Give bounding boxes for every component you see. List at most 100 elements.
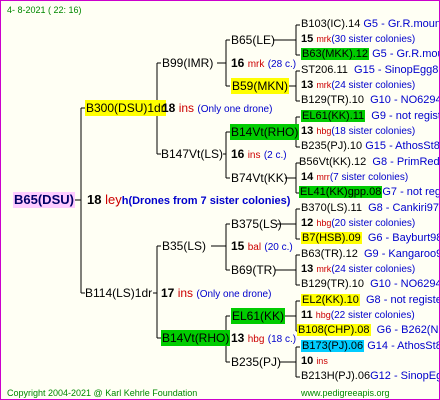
gen4-num-11: 14 bbox=[301, 171, 314, 183]
gen4-num-23: 10 bbox=[301, 355, 314, 367]
gen4-note-2: (30 sister colonies) bbox=[331, 34, 416, 45]
gen3-queen-2[interactable]: B59(MKN) bbox=[231, 78, 290, 94]
gen3-queen-8[interactable]: B235(PJ) bbox=[231, 354, 281, 370]
gen1-num-2: 17 bbox=[161, 286, 175, 300]
gen4-row-20: 11 hbg(22 sister colonies) bbox=[301, 309, 415, 322]
gen3-queen-1[interactable]: B65(LE) bbox=[231, 32, 275, 48]
gen4-info-22: G14 - AthosSt80R bbox=[367, 340, 439, 352]
gen4-info-19: G8 - not registe bbox=[366, 294, 440, 306]
gen4-row-9: B235(PJ).10 G15 - AthosSt80R bbox=[301, 140, 439, 153]
gen4-info-18: G10 - NO6294R bbox=[370, 278, 439, 290]
gen4-row-22: B173(PJ).06 G14 - AthosSt80R bbox=[301, 340, 439, 353]
gen4-name-13[interactable]: B370(LS).11 bbox=[301, 202, 362, 214]
gen4-name-21[interactable]: B108(CHP).08 bbox=[297, 324, 371, 336]
gen1-code-1: ins bbox=[178, 101, 195, 115]
gen4-row-14: 12 hbg(20 sister colonies) bbox=[301, 217, 415, 230]
print-date: 4- 8-2021 ( 22: 16) bbox=[7, 5, 82, 15]
gen4-note-14: (20 sister colonies) bbox=[331, 218, 416, 229]
gen4-info-7: G9 - not registe bbox=[371, 110, 440, 122]
gen2-num-4: 13 bbox=[231, 331, 245, 345]
gen4-num-2: 15 bbox=[301, 33, 314, 45]
gen4-name-16[interactable]: B63(TR).12 bbox=[301, 248, 358, 260]
gen4-info-24: G12 - SinopEgg86R bbox=[370, 370, 439, 382]
gen1-queen-2[interactable]: B114(LS)1dr bbox=[85, 285, 152, 301]
gen4-name-3[interactable]: B63(MKK).12 bbox=[301, 48, 370, 60]
gen4-name-24[interactable]: B213H(PJ).06 bbox=[301, 370, 370, 382]
gen1-code-2: ins bbox=[177, 286, 194, 300]
gen2-queen-4[interactable]: B14Vt(RHO) bbox=[161, 330, 231, 346]
website-link[interactable]: www.pedigreeapis.org bbox=[301, 387, 390, 399]
gen2-mating-3: 15 bal (20 c.) bbox=[231, 238, 293, 256]
gen4-name-6[interactable]: B129(TR).10 bbox=[301, 94, 364, 106]
gen4-info-13: G8 - Cankiri97Q bbox=[368, 202, 440, 214]
gen1-num-1: 18 bbox=[162, 101, 176, 115]
gen4-note-5: (24 sister colonies) bbox=[331, 80, 416, 91]
gen4-row-19: EL2(KK).10 G8 - not registe bbox=[301, 294, 440, 307]
gen4-row-18: B129(TR).10 G10 - NO6294R bbox=[301, 278, 439, 291]
gen2-mating-2: 16 ins (2 c.) bbox=[231, 146, 287, 164]
gen1-note-2: (Only one drone) bbox=[196, 289, 272, 300]
gen2-queen-1[interactable]: B99(IMR) bbox=[162, 55, 213, 71]
gen4-name-22[interactable]: B173(PJ).06 bbox=[301, 340, 365, 352]
gen4-row-3: B63(MKK).12 G5 - Gr.R.mounta bbox=[301, 48, 439, 61]
gen4-num-20: 11 bbox=[301, 309, 313, 321]
gen4-name-1[interactable]: B103(IC).14 bbox=[301, 18, 360, 30]
gen4-row-1: B103(IC).14 G5 - Gr.R.mounta bbox=[301, 18, 439, 31]
gen3-queen-7[interactable]: EL61(KK) bbox=[231, 308, 286, 324]
gen3-queen-5[interactable]: B375(LS) bbox=[231, 216, 282, 232]
pedigree-chart: 4- 8-2021 ( 22: 16) Copyright 2004-2021 … bbox=[0, 0, 440, 400]
gen4-name-4[interactable]: ST206.11 bbox=[301, 64, 348, 76]
copyright: Copyright 2004-2021 @ Karl Kehrle Founda… bbox=[7, 388, 198, 398]
gen4-note-8: (18 sister colonies) bbox=[331, 126, 416, 137]
gen4-row-5: 13 mrk(24 sister colonies) bbox=[301, 79, 415, 92]
gen4-info-4: G15 - SinopEgg86R bbox=[354, 64, 439, 76]
gen4-info-3: G5 - Gr.R.mounta bbox=[372, 48, 439, 60]
gen4-name-18[interactable]: B129(TR).10 bbox=[301, 278, 364, 290]
gen4-num-8: 13 bbox=[301, 125, 314, 137]
gen2-code-3: bal bbox=[247, 242, 262, 253]
gen4-name-12[interactable]: EL41(KK)gpp.08 bbox=[299, 186, 383, 198]
gen2-num-3: 15 bbox=[231, 239, 245, 253]
gen4-code-14: hbg bbox=[316, 218, 332, 228]
gen2-code-4: hbg bbox=[247, 334, 265, 345]
gen4-name-9[interactable]: B235(PJ).10 bbox=[301, 140, 362, 152]
gen3-queen-4[interactable]: B74Vt(KK) bbox=[231, 170, 288, 186]
gen4-row-10: B56Vt(KK).12 G8 - PrimRed01 bbox=[299, 156, 440, 169]
gen3-queen-6[interactable]: B69(TR) bbox=[231, 262, 276, 278]
gen4-name-15[interactable]: B7(HSB).09 bbox=[301, 232, 362, 244]
gen1-queen-1[interactable]: B300(DSU)1dr bbox=[85, 100, 166, 116]
gen2-note-2: (2 c.) bbox=[263, 150, 287, 161]
gen4-name-7[interactable]: EL61(KK).11 bbox=[301, 110, 366, 122]
gen4-code-23: ins bbox=[316, 356, 328, 366]
gen4-num-5: 13 bbox=[301, 79, 314, 91]
gen4-row-11: 14 mrr(7 sister colonies) bbox=[301, 171, 408, 184]
gen4-note-17: (24 sister colonies) bbox=[331, 264, 416, 275]
gen4-row-6: B129(TR).10 G10 - NO6294R bbox=[301, 94, 439, 107]
root-num: 18 bbox=[87, 192, 102, 207]
root-queen[interactable]: B65(DSU) bbox=[13, 192, 75, 208]
gen4-row-15: B7(HSB).09 G6 - Bayburt98-3 bbox=[301, 232, 439, 245]
gen2-queen-3[interactable]: B35(LS) bbox=[162, 238, 206, 254]
gen4-info-21: G6 - B262(NE) bbox=[376, 324, 439, 336]
gen2-num-2: 16 bbox=[231, 147, 245, 161]
root-code: ley bbox=[105, 192, 122, 207]
gen4-name-10[interactable]: B56Vt(KK).12 bbox=[299, 156, 366, 168]
gen2-queen-2[interactable]: B147Vt(LS) bbox=[161, 146, 223, 162]
gen4-info-15: G6 - Bayburt98-3 bbox=[367, 232, 439, 244]
gen4-row-17: 13 mrk(24 sister colonies) bbox=[301, 263, 415, 276]
gen4-code-11: mrr bbox=[316, 172, 330, 182]
gen4-name-19[interactable]: EL2(KK).10 bbox=[301, 294, 360, 306]
gen4-row-4: ST206.11 G15 - SinopEgg86R bbox=[301, 64, 439, 77]
gen3-queen-3[interactable]: B14Vt(RHO) bbox=[230, 124, 300, 140]
gen4-code-20: hbg bbox=[315, 310, 331, 320]
gen1-mating-2: 17 ins (Only one drone) bbox=[161, 285, 271, 303]
root-mating: 18 leyh(Drones from 7 sister colonies) bbox=[87, 192, 290, 209]
gen4-info-12: G7 - not registe bbox=[382, 186, 440, 198]
gen4-row-24: B213H(PJ).06G12 - SinopEgg86R bbox=[301, 370, 439, 383]
gen4-num-17: 13 bbox=[301, 263, 314, 275]
gen4-code-8: hbg bbox=[316, 126, 332, 136]
gen4-note-11: (7 sister colonies) bbox=[329, 172, 409, 183]
gen4-info-10: G8 - PrimRed01 bbox=[372, 156, 440, 168]
gen4-note-20: (22 sister colonies) bbox=[330, 310, 415, 321]
gen2-note-1: (28 c.) bbox=[267, 59, 297, 70]
